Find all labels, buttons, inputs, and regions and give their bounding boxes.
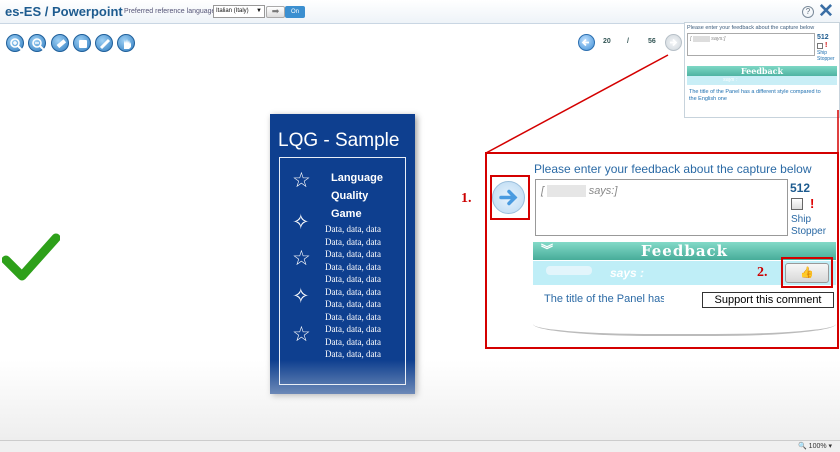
thumbs-up-icon: 👍 <box>800 267 814 279</box>
page-separator: / <box>627 38 629 45</box>
feedback-panel-thumbnail: Please enter your feedback about the cap… <box>684 22 840 118</box>
slide-capture: LQG - Sample ☆ ✧ ☆ ✧ ☆ Language Quality … <box>270 114 415 394</box>
thumbnail-ship-stopper-label: Ship Stopper <box>817 50 835 62</box>
thumbnail-feedback-header[interactable]: Feedback <box>687 66 837 76</box>
compare-arrow-button[interactable]: ➡ <box>266 6 285 18</box>
step-1-label: 1. <box>461 191 472 206</box>
redacted-username: xxxxxxx <box>547 185 586 197</box>
feedback-textbox[interactable]: [ xxxxxxx says:] <box>535 179 788 236</box>
checkmark-icon <box>1 232 61 287</box>
star-icon: ☆ <box>292 169 311 192</box>
says-label: says : <box>610 266 645 280</box>
feedback-bracket: [ <box>541 185 545 197</box>
char-count: 512 <box>790 181 811 195</box>
exclamation-icon: ! <box>810 196 815 211</box>
zoom-level: 100% <box>808 443 827 450</box>
on-button[interactable]: On <box>285 6 305 18</box>
slide-data-line: Data, data, data <box>325 236 381 247</box>
reference-language-select[interactable]: Italian (Italy) ▼ <box>213 5 265 18</box>
slide-data-line: Data, data, data <box>325 286 381 297</box>
slide-game-line: Game <box>331 208 362 220</box>
thumbs-up-button[interactable]: 👍 <box>785 263 829 283</box>
thumbnail-prompt: Please enter your feedback about the cap… <box>687 25 815 31</box>
slide-data-line: Data, data, data <box>325 261 381 272</box>
slide-game-line: Quality <box>331 190 369 202</box>
thumbnail-says-bar: says : <box>687 76 837 85</box>
thumbnail-exclamation: ! <box>825 42 828 49</box>
slide-data-line: Data, data, data <box>325 224 381 234</box>
zoom-level-control[interactable]: 🔍 100% ▾ <box>798 442 832 450</box>
thumbnail-says: says:] <box>711 36 726 42</box>
feedback-says: says:] <box>588 185 618 197</box>
total-pages: 56 <box>648 38 656 45</box>
slide-data-line: Data, data, data <box>325 349 381 359</box>
zoom-in-icon[interactable] <box>6 34 24 52</box>
close-icon[interactable]: ✕ <box>818 2 834 21</box>
previous-page-button[interactable] <box>578 34 595 51</box>
selected-language: Italian (Italy) <box>216 8 249 14</box>
slide-data-line: Data, data, data <box>325 299 381 309</box>
feedback-prompt: Please enter your feedback about the cap… <box>534 162 812 176</box>
star-icon: ✧ <box>292 285 310 308</box>
slide-data-line: Data, data, data <box>325 324 381 334</box>
chevron-down-icon: ▼ <box>256 8 262 14</box>
support-tooltip: Support this comment <box>702 292 834 308</box>
slide-data-line: Data, data, data <box>325 336 381 347</box>
star-icon: ✧ <box>292 211 310 234</box>
background-gradient <box>0 360 840 440</box>
thumbnail-feedback-box[interactable]: [ xxxxxx says:] <box>687 33 815 56</box>
redacted-username <box>546 266 592 275</box>
preferred-language-label: Preferred reference language <box>124 8 216 15</box>
app-title: es-ES / Powerpoint <box>5 4 123 19</box>
comment-text: The title of the Panel has a different s… <box>544 293 664 305</box>
square-icon[interactable] <box>73 34 91 52</box>
next-arrow-button[interactable] <box>492 181 525 214</box>
slide-game-line: Language <box>331 172 383 184</box>
pen-icon[interactable] <box>95 34 113 52</box>
thumbnail-ship-stopper-checkbox[interactable] <box>817 43 823 49</box>
double-chevron-down-icon[interactable]: ︾ <box>541 241 553 258</box>
star-icon: ☆ <box>292 323 311 346</box>
star-icon: ☆ <box>292 247 311 270</box>
slide-data-line: Data, data, data <box>325 249 381 259</box>
zoom-out-icon[interactable] <box>28 34 46 52</box>
hand-icon[interactable] <box>117 34 135 52</box>
current-page: 20 <box>603 38 611 45</box>
thumbnail-comment: The title of the Panel has a different s… <box>689 89 821 102</box>
slide-data-lines: Data, data, data Data, data, data Data, … <box>325 223 381 361</box>
next-page-button[interactable] <box>665 34 682 51</box>
eraser-icon[interactable] <box>51 34 69 52</box>
slide-title: LQG - Sample <box>278 130 400 151</box>
step-2-label: 2. <box>757 265 768 280</box>
help-icon[interactable]: ? <box>802 6 814 18</box>
slide-data-line: Data, data, data <box>325 274 381 284</box>
ship-stopper-checkbox[interactable] <box>791 198 803 210</box>
status-bar <box>0 440 840 452</box>
slide-data-line: Data, data, data <box>325 311 381 322</box>
ship-stopper-label: Ship Stopper <box>791 214 827 237</box>
thumbnail-count: 512 <box>817 34 829 41</box>
